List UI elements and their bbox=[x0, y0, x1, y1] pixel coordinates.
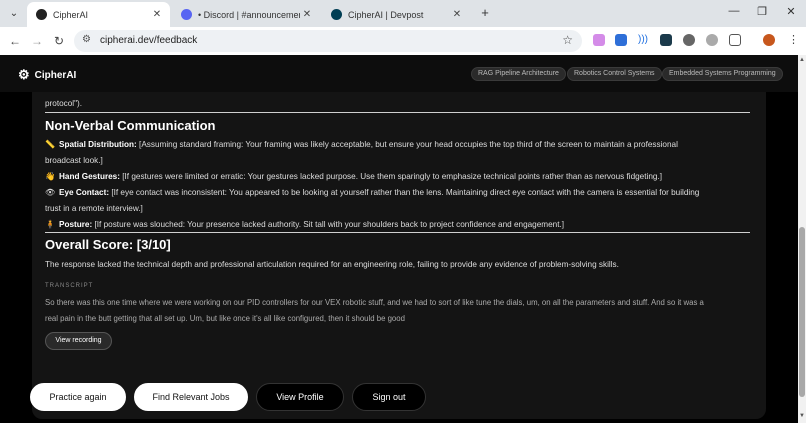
score-summary: The response lacked the technical depth … bbox=[45, 260, 619, 269]
feedback-item-spatial: 📏 Spatial Distribution: [Assuming standar… bbox=[45, 137, 755, 169]
nonverbal-heading: Non-Verbal Communication bbox=[45, 118, 216, 133]
brand-logo[interactable]: ⚙ CipherAI bbox=[18, 67, 76, 83]
find-jobs-button[interactable]: Find Relevant Jobs bbox=[134, 383, 248, 411]
item-label: Eye Contact: bbox=[59, 188, 110, 197]
tab-discord[interactable]: • Discord | #announcements | A ✕ bbox=[172, 2, 320, 27]
page: ⚙ CipherAI RAG Pipeline Architecture Rob… bbox=[0, 55, 798, 423]
scroll-up-icon[interactable]: ▲ bbox=[798, 57, 806, 63]
divider bbox=[45, 232, 750, 233]
browser-menu-icon[interactable]: ⋮ bbox=[788, 33, 799, 46]
browser-toolbar: ← → ↻ ⚙ cipherai.dev/feedback ☆ ))) ⋮ bbox=[0, 27, 806, 55]
back-icon[interactable]: ← bbox=[7, 33, 23, 49]
sign-out-button[interactable]: Sign out bbox=[352, 383, 426, 411]
extension-gray-icon[interactable] bbox=[706, 34, 718, 46]
item-text: [If eye contact was inconsistent: You ap… bbox=[109, 188, 700, 197]
topic-pill-rag[interactable]: RAG Pipeline Architecture bbox=[471, 67, 566, 81]
practice-again-button[interactable]: Practice again bbox=[30, 383, 126, 411]
item-text-cont: broadcast look.] bbox=[45, 156, 103, 165]
divider bbox=[45, 112, 750, 113]
minimize-button[interactable]: — bbox=[727, 5, 741, 17]
extension-diamond-icon[interactable] bbox=[593, 34, 605, 46]
tab-strip: ⌄ CipherAI ✕ • Discord | #announcements … bbox=[0, 0, 806, 27]
item-text-cont: trust in a remote interview.] bbox=[45, 204, 143, 213]
url-text[interactable]: cipherai.dev/feedback bbox=[100, 35, 197, 46]
feedback-item-eye: 👁 Eye Contact: [If eye contact was incons… bbox=[45, 185, 755, 217]
discord-favicon-icon bbox=[181, 9, 192, 20]
devpost-favicon-icon bbox=[331, 9, 342, 20]
waving-hand-icon: 👋 bbox=[45, 172, 56, 181]
view-recording-button[interactable]: View recording bbox=[45, 332, 112, 350]
site-info-icon[interactable]: ⚙ bbox=[82, 34, 91, 45]
ruler-icon: 📏 bbox=[45, 140, 56, 149]
scrollbar-thumb[interactable] bbox=[799, 227, 805, 397]
extensions-puzzle-icon[interactable] bbox=[729, 34, 741, 46]
scroll-down-icon[interactable]: ▼ bbox=[798, 413, 806, 419]
item-label: Spatial Distribution: bbox=[59, 140, 137, 149]
maximize-button[interactable]: ❐ bbox=[755, 5, 769, 18]
tab-title: • Discord | #announcements | A bbox=[198, 9, 300, 20]
extension-grid-icon[interactable] bbox=[660, 34, 672, 46]
close-window-button[interactable]: ✕ bbox=[784, 5, 798, 18]
new-tab-button[interactable]: + bbox=[478, 6, 492, 20]
profile-avatar[interactable] bbox=[763, 34, 775, 46]
view-profile-button[interactable]: View Profile bbox=[256, 383, 344, 411]
forward-icon[interactable]: → bbox=[29, 33, 45, 49]
tab-title: CipherAI | Devpost bbox=[348, 9, 424, 20]
eye-icon: 👁 bbox=[45, 188, 56, 197]
cipherai-favicon-icon bbox=[36, 9, 47, 20]
item-label: Hand Gestures: bbox=[59, 172, 120, 181]
extension-circle-icon[interactable] bbox=[683, 34, 695, 46]
item-label: Posture: bbox=[59, 220, 93, 229]
transcript-line: So there was this one time where we were… bbox=[45, 298, 704, 307]
extension-audio-icon[interactable]: ))) bbox=[637, 34, 649, 46]
brain-icon: ⚙ bbox=[18, 67, 30, 82]
tab-devpost[interactable]: CipherAI | Devpost ✕ bbox=[322, 2, 470, 27]
feedback-item-hands: 👋 Hand Gestures: [If gestures were limite… bbox=[45, 169, 755, 185]
site-header: ⚙ CipherAI RAG Pipeline Architecture Rob… bbox=[0, 55, 798, 92]
address-bar[interactable]: ⚙ cipherai.dev/feedback ☆ bbox=[74, 30, 582, 52]
extension-trello-icon[interactable] bbox=[615, 34, 627, 46]
item-text: [If gestures were limited or erratic: Yo… bbox=[119, 172, 662, 181]
item-text: [If posture was slouched: Your presence … bbox=[92, 220, 565, 229]
item-text: [Assuming standard framing: Your framing… bbox=[136, 140, 678, 149]
topic-pill-robotics[interactable]: Robotics Control Systems bbox=[567, 67, 662, 81]
tab-search-icon[interactable]: ⌄ bbox=[6, 6, 22, 22]
close-tab-icon[interactable]: ✕ bbox=[450, 9, 464, 20]
topic-pill-embedded[interactable]: Embedded Systems Programming bbox=[662, 67, 783, 81]
feedback-item-posture: 🧍 Posture: [If posture was slouched: Your… bbox=[45, 217, 755, 233]
close-tab-icon[interactable]: ✕ bbox=[150, 9, 164, 20]
previous-text-fragment: protocol"). bbox=[45, 99, 83, 108]
page-scrollbar[interactable]: ▲ ▼ bbox=[798, 55, 806, 423]
transcript-text: So there was this one time where we were… bbox=[45, 295, 755, 327]
tab-cipherai[interactable]: CipherAI ✕ bbox=[27, 2, 170, 27]
reload-icon[interactable]: ↻ bbox=[51, 33, 67, 49]
standing-person-icon: 🧍 bbox=[45, 220, 56, 229]
overall-score-heading: Overall Score: [3/10] bbox=[45, 237, 171, 252]
bookmark-star-icon[interactable]: ☆ bbox=[562, 33, 573, 47]
close-tab-icon[interactable]: ✕ bbox=[300, 9, 314, 20]
transcript-line: real pain in the butt getting that all s… bbox=[45, 314, 405, 323]
brand-name: CipherAI bbox=[34, 69, 77, 81]
transcript-label: TRANSCRIPT bbox=[45, 283, 94, 289]
tab-title: CipherAI bbox=[53, 9, 89, 20]
